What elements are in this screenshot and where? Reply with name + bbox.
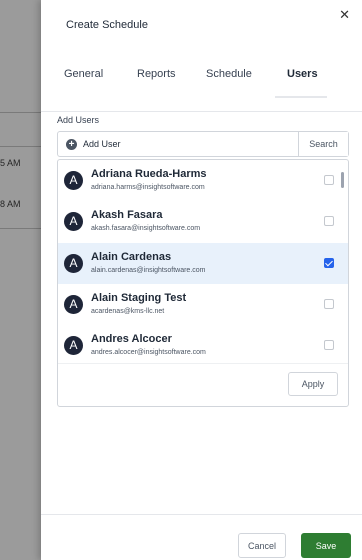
footer-divider [41,514,362,515]
user-name: Alain Staging Test [91,292,187,304]
user-email: akash.fasara@insightsoftware.com [91,225,201,232]
create-schedule-drawer: Create Schedule ✕ General Reports Schedu… [41,0,362,560]
add-user-search: + Search [57,131,349,157]
tab-bar: General Reports Schedule Users [41,58,362,98]
tab-reports[interactable]: Reports [137,68,176,80]
user-checkbox[interactable] [324,175,334,185]
tab-general[interactable]: General [64,68,103,80]
background-divider [0,112,41,113]
background-time: 5 AM [0,158,21,168]
user-checkbox[interactable] [324,340,334,350]
user-checkbox[interactable] [324,299,334,309]
background-divider [0,228,41,229]
user-option[interactable]: A Akash Fasara akash.fasara@insightsoftw… [58,201,348,242]
user-name: Andres Alcocer [91,333,172,345]
user-option[interactable]: A Alain Staging Test acardenas@kms-llc.n… [58,284,348,325]
save-button[interactable]: Save [301,533,351,558]
background-divider [0,146,41,147]
dropdown-scrollbar[interactable] [341,172,344,188]
avatar: A [64,336,83,355]
user-name: Akash Fasara [91,209,163,221]
user-checkbox[interactable] [324,216,334,226]
user-name: Alain Cardenas [91,251,172,263]
plus-circle-icon: + [66,139,77,150]
avatar: A [64,254,83,273]
background-time: 8 AM [0,199,21,209]
user-email: andres.alcocer@insightsoftware.com [91,349,206,356]
user-name: Adriana Rueda-Harms [91,168,207,180]
user-checkbox[interactable] [324,258,334,268]
tabs-divider [41,111,362,112]
user-option[interactable]: A Andres Alcocer andres.alcocer@insights… [58,325,348,366]
tab-users[interactable]: Users [287,68,318,80]
user-email: alain.cardenas@insightsoftware.com [91,267,206,274]
user-dropdown: A Adriana Rueda-Harms adriana.harms@insi… [57,159,349,407]
tab-schedule[interactable]: Schedule [206,68,252,80]
drawer-title: Create Schedule [66,19,148,31]
dropdown-divider [58,363,348,364]
search-button[interactable]: Search [298,132,348,156]
cancel-button[interactable]: Cancel [238,533,286,558]
background-page: 5 AM 8 AM [0,0,41,560]
active-tab-indicator [275,96,327,98]
add-user-input[interactable] [83,132,295,156]
add-users-label: Add Users [57,115,100,125]
user-option[interactable]: A Alain Cardenas alain.cardenas@insights… [58,243,348,284]
avatar: A [64,171,83,190]
user-email: acardenas@kms-llc.net [91,308,165,315]
avatar: A [64,212,83,231]
apply-button[interactable]: Apply [288,372,338,396]
avatar: A [64,295,83,314]
user-email: adriana.harms@insightsoftware.com [91,184,205,191]
user-option[interactable]: A Adriana Rueda-Harms adriana.harms@insi… [58,160,348,201]
close-icon[interactable]: ✕ [339,8,350,21]
